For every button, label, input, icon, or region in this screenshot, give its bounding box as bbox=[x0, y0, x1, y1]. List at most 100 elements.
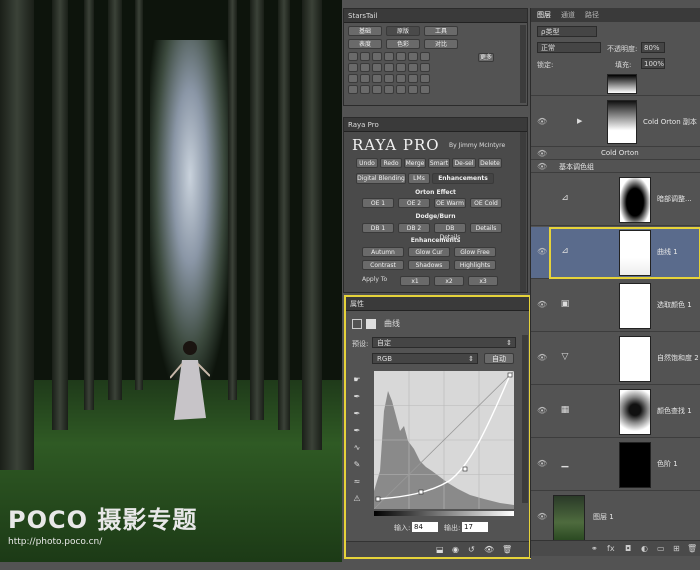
starstail-tab[interactable]: 表度 bbox=[348, 39, 382, 49]
starstail-tool-button[interactable] bbox=[372, 85, 382, 94]
layer-row[interactable] bbox=[531, 74, 700, 96]
autumn-button[interactable]: Autumn bbox=[362, 247, 404, 257]
new-adjustment-icon[interactable]: ◐ bbox=[641, 544, 648, 553]
eye-icon[interactable]: 👁 bbox=[537, 406, 547, 415]
layer-group-row[interactable]: 👁 基本调色组 bbox=[531, 161, 700, 173]
scrollbar[interactable] bbox=[520, 25, 526, 103]
starstail-tool-button[interactable] bbox=[408, 74, 418, 83]
starstail-tab[interactable]: 色彩 bbox=[386, 39, 420, 49]
starstail-tool-button[interactable] bbox=[348, 63, 358, 72]
layer-row[interactable]: 👁 ▶ Cold Orton 副本 bbox=[531, 97, 700, 147]
highlights-button[interactable]: Highlights bbox=[454, 260, 496, 270]
starstail-tool-button[interactable] bbox=[384, 74, 394, 83]
layer-row[interactable]: 👁 图层 1 bbox=[531, 492, 700, 544]
db-details-button[interactable]: DB Details bbox=[434, 223, 466, 241]
smooth-icon[interactable]: ≈ bbox=[350, 473, 364, 490]
shadows-button[interactable]: Shadows bbox=[408, 260, 450, 270]
starstail-tool-button[interactable] bbox=[384, 52, 394, 61]
details-button[interactable]: Details bbox=[470, 223, 502, 233]
tab-channels[interactable]: 通道 bbox=[561, 10, 575, 20]
output-value-field[interactable]: 17 bbox=[462, 522, 488, 532]
oe2-button[interactable]: OE 2 bbox=[398, 198, 430, 208]
starstail-tool-button[interactable] bbox=[420, 85, 430, 94]
expand-icon[interactable]: ▶ bbox=[577, 117, 582, 125]
raya-desel-button[interactable]: De-sel bbox=[452, 158, 476, 168]
starstail-tool-button[interactable] bbox=[420, 74, 430, 83]
opacity-field[interactable]: 80% bbox=[641, 42, 665, 53]
starstail-tool-button[interactable] bbox=[408, 52, 418, 61]
apply-x1-button[interactable]: x1 bbox=[400, 276, 430, 286]
histogram-warn-icon[interactable]: ⚠ bbox=[350, 490, 364, 507]
preset-dropdown[interactable]: 自定 ⇕ bbox=[372, 337, 516, 348]
starstail-tab[interactable]: 工具 bbox=[424, 26, 458, 36]
eye-icon[interactable]: 👁 bbox=[537, 353, 547, 362]
trash-icon[interactable]: 🗑 bbox=[687, 544, 697, 553]
auto-button[interactable]: 自动 bbox=[484, 353, 514, 364]
folder-icon[interactable]: ▭ bbox=[657, 544, 665, 553]
db1-button[interactable]: DB 1 bbox=[362, 223, 394, 233]
new-layer-icon[interactable]: ⊞ bbox=[673, 544, 680, 553]
raya-undo-button[interactable]: Undo bbox=[356, 158, 378, 168]
view-previous-icon[interactable]: ◉ bbox=[452, 545, 459, 554]
oe1-button[interactable]: OE 1 bbox=[362, 198, 394, 208]
raya-merge-button[interactable]: Merge bbox=[404, 158, 426, 168]
glow-cur-button[interactable]: Glow Cur bbox=[408, 247, 450, 257]
contrast-button[interactable]: Contrast bbox=[362, 260, 404, 270]
scrollbar[interactable] bbox=[520, 132, 526, 292]
scrollbar[interactable] bbox=[522, 335, 528, 503]
eyedropper-black-icon[interactable]: ✒ bbox=[350, 388, 364, 405]
eye-icon[interactable]: 👁 bbox=[537, 162, 547, 171]
trash-icon[interactable]: 🗑 bbox=[502, 545, 512, 554]
eye-icon[interactable]: 👁 bbox=[537, 117, 547, 126]
starstail-tool-button[interactable] bbox=[408, 63, 418, 72]
visibility-icon[interactable]: 👁 bbox=[484, 545, 494, 554]
filter-kind-dropdown[interactable]: ρ类型 bbox=[537, 26, 597, 37]
tab-enhancements[interactable]: Enhancements bbox=[432, 173, 494, 184]
tab-layers[interactable]: 图层 bbox=[537, 10, 551, 20]
tab-paths[interactable]: 路径 bbox=[585, 10, 599, 20]
apply-x2-button[interactable]: x2 bbox=[434, 276, 464, 286]
mask-icon[interactable] bbox=[366, 318, 376, 329]
glow-free-button[interactable]: Glow Free bbox=[454, 247, 496, 257]
target-adjust-icon[interactable]: ☛ bbox=[350, 371, 364, 388]
starstail-tool-button[interactable] bbox=[408, 85, 418, 94]
starstail-tool-button[interactable] bbox=[420, 63, 430, 72]
apply-x3-button[interactable]: x3 bbox=[468, 276, 498, 286]
layer-group-row[interactable]: 👁 Cold Orton bbox=[531, 148, 700, 160]
layer-row[interactable]: ⊿ 暗部调整... bbox=[531, 174, 700, 226]
raya-delete-button[interactable]: Delete bbox=[478, 158, 502, 168]
input-value-field[interactable]: 84 bbox=[412, 522, 438, 532]
raya-smart-button[interactable]: Smart bbox=[428, 158, 450, 168]
eyedropper-white-icon[interactable]: ✒ bbox=[350, 422, 364, 439]
clip-icon[interactable]: ⬓ bbox=[436, 545, 444, 554]
starstail-tool-button[interactable] bbox=[360, 63, 370, 72]
curves-graph[interactable] bbox=[374, 371, 514, 509]
starstail-tool-button[interactable] bbox=[360, 74, 370, 83]
reset-icon[interactable]: ↺ bbox=[468, 545, 475, 554]
starstail-tab[interactable]: 对比 bbox=[424, 39, 458, 49]
starstail-tool-button[interactable] bbox=[384, 63, 394, 72]
starstail-tool-button[interactable] bbox=[396, 52, 406, 61]
layer-row[interactable]: 👁 ▁ 色阶 1 bbox=[531, 439, 700, 491]
layer-row[interactable]: 👁 ▽ 自然饱和度 2 bbox=[531, 333, 700, 385]
starstail-tool-button[interactable] bbox=[360, 85, 370, 94]
starstail-tool-button[interactable] bbox=[372, 63, 382, 72]
starstail-tab[interactable]: 原版 bbox=[386, 26, 420, 36]
starstail-tool-button[interactable] bbox=[348, 52, 358, 61]
eye-icon[interactable]: 👁 bbox=[537, 300, 547, 309]
layer-row[interactable]: 👁 ▦ 颜色查找 1 bbox=[531, 386, 700, 438]
starstail-tab[interactable]: 基础 bbox=[348, 26, 382, 36]
starstail-tool-button[interactable] bbox=[372, 52, 382, 61]
starstail-tool-button[interactable] bbox=[360, 52, 370, 61]
starstail-tool-button[interactable] bbox=[420, 52, 430, 61]
starstail-tool-button[interactable] bbox=[372, 74, 382, 83]
oe-cold-button[interactable]: OE Cold bbox=[470, 198, 502, 208]
starstail-tool-button[interactable] bbox=[348, 85, 358, 94]
eye-icon[interactable]: 👁 bbox=[537, 512, 547, 521]
pencil-icon[interactable]: ✎ bbox=[350, 456, 364, 473]
eye-icon[interactable]: 👁 bbox=[537, 459, 547, 468]
db2-button[interactable]: DB 2 bbox=[398, 223, 430, 233]
starstail-tool-button[interactable] bbox=[396, 85, 406, 94]
link-icon[interactable]: ⚭ bbox=[591, 544, 598, 553]
tab-digital-blending[interactable]: Digital Blending bbox=[356, 173, 406, 184]
